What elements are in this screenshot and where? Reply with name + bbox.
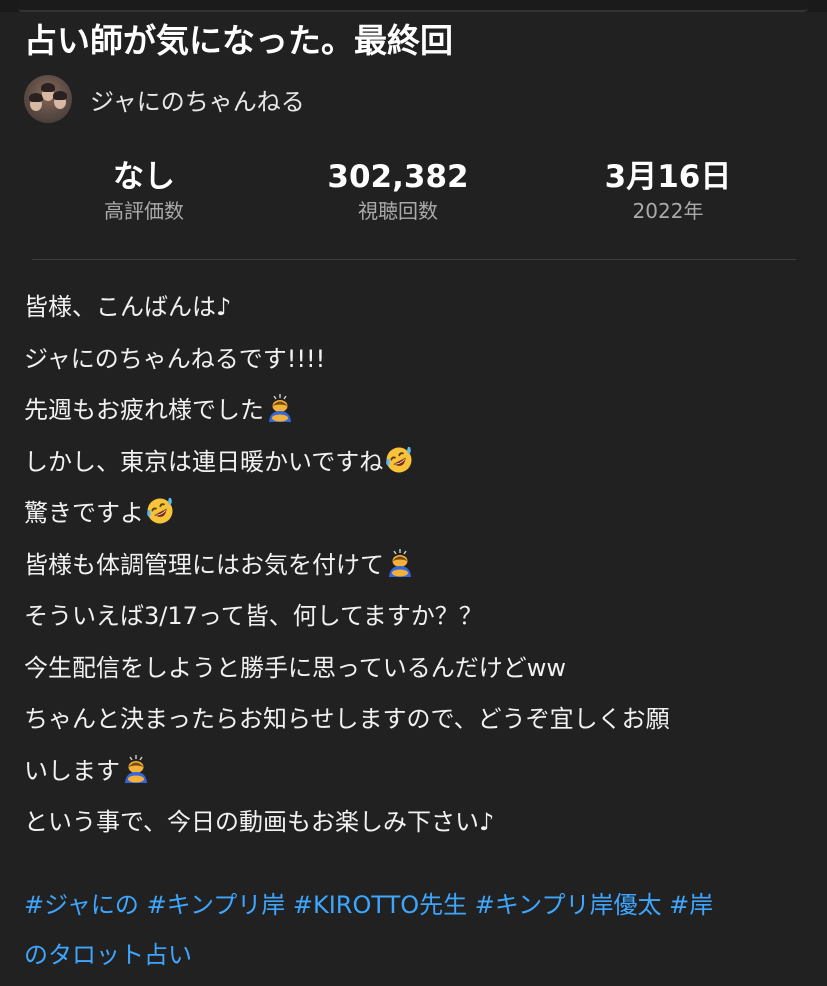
description-line: 先週もお疲れ様でした (24, 385, 804, 437)
rofl-emoji (384, 442, 414, 472)
description-line: 驚きですよ (24, 488, 804, 540)
date-value: 3月16日 (604, 159, 732, 195)
hashtags: #ジャにの #キンプリ岸 #KIROTTO先生 #キンプリ岸優太 #岸 のタロッ… (24, 880, 804, 980)
bowing-person-emoji (385, 545, 415, 577)
views-value: 302,382 (327, 159, 469, 195)
description-text: ちゃんと決まったらお知らせしますので、どうぞ宜しくお願 (24, 705, 670, 733)
divider (32, 259, 796, 260)
description-text: 皆様、こんばんは♪ (24, 293, 232, 321)
channel-row[interactable]: ジャにのちゃんねる (24, 74, 305, 124)
channel-name[interactable]: ジャにのちゃんねる (90, 82, 305, 117)
hashtag-link-continued[interactable]: のタロット占い (24, 941, 192, 969)
date-label: 2022年 (632, 199, 704, 223)
hashtag-link[interactable]: #岸 (669, 891, 713, 919)
likes-label: 高評価数 (104, 199, 184, 223)
description-line: そういえば3/17って皆、何してますか？？ (24, 591, 804, 643)
bowing-person-emoji (121, 751, 151, 783)
rofl-emoji (145, 493, 175, 524)
description-text: いします (24, 756, 120, 785)
hashtag-link[interactable]: #KIROTTO先生 (293, 891, 467, 919)
description-line: ジャにのちゃんねるです!!!! (24, 334, 804, 386)
description-line: 皆様、こんばんは♪ (24, 282, 804, 334)
hashtag-link[interactable]: #ジャにの (24, 891, 139, 919)
description-line: 今生配信をしようと勝手に思っているんだけどww (24, 643, 804, 695)
description-text: そういえば3/17って皆、何してますか？？ (24, 602, 483, 630)
description-text: ジャにのちゃんねるです!!!! (24, 344, 326, 373)
likes-value: なし (113, 159, 175, 195)
top-bar (18, 0, 808, 12)
hashtag-link[interactable]: #キンプリ岸 (147, 891, 286, 919)
description-line: という事で、今日の動画もお楽しみ下さい♪ (24, 797, 804, 849)
hashtag-link[interactable]: #キンプリ岸優太 (475, 891, 662, 919)
description-text: 先週もお疲れ様でした (24, 396, 264, 424)
description-text: 皆様も体調管理にはお気を付けて (24, 550, 384, 579)
top-edge (0, 0, 827, 12)
description-line: ちゃんと決まったらお知らせしますので、どうぞ宜しくお願 (24, 694, 804, 746)
bowing-person-emoji (265, 390, 295, 422)
date-stat: 3月16日 2022年 (558, 156, 778, 224)
video-title: 占い師が気になった。最終回 (24, 21, 453, 60)
video-description: 皆様、こんばんは♪ ジャにのちゃんねるです!!!! 先週もお疲れ様でした しかし… (24, 282, 804, 849)
views-stat: 302,382 視聴回数 (288, 156, 508, 224)
description-text: 驚きですよ (24, 499, 144, 527)
description-text: しかし、東京は連日暖かいですね (24, 447, 384, 476)
hashtag-line: #ジャにの #キンプリ岸 #KIROTTO先生 #キンプリ岸優太 #岸 (24, 880, 804, 930)
description-text: という事で、今日の動画もお楽しみ下さい♪ (24, 808, 495, 836)
hashtag-line: のタロット占い (24, 930, 804, 980)
description-line: 皆様も体調管理にはお気を付けて (24, 540, 804, 592)
video-stats: なし 高評価数 302,382 視聴回数 3月16日 2022年 (0, 156, 827, 236)
description-line: いします (24, 746, 804, 798)
views-label: 視聴回数 (358, 199, 438, 223)
description-text: 今生配信をしようと勝手に思っているんだけどww (24, 653, 567, 682)
likes-stat: なし 高評価数 (34, 156, 254, 224)
channel-avatar[interactable] (24, 75, 72, 123)
description-line: しかし、東京は連日暖かいですね (24, 437, 804, 489)
